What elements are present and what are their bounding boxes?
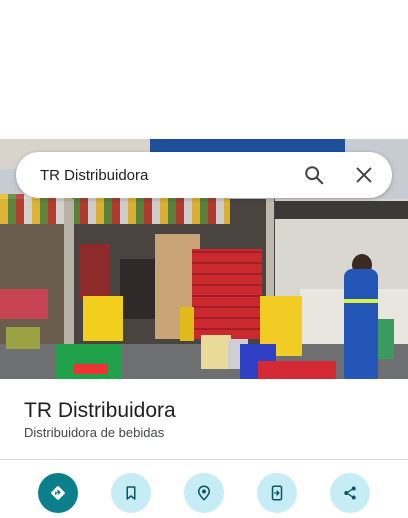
photo-red-crate-left	[0, 289, 48, 319]
photo-bananas	[6, 327, 40, 349]
save-button[interactable]	[111, 473, 151, 513]
search-bar[interactable]: TR Distribuidora	[16, 152, 392, 198]
photo-people	[120, 259, 156, 319]
share-icon	[344, 486, 356, 500]
photo-red-crates-low	[258, 361, 336, 379]
photo-red-crates	[192, 249, 262, 339]
photo-worker-stripe	[344, 299, 378, 303]
send-to-phone-icon	[271, 485, 283, 501]
top-blank-area	[0, 0, 408, 139]
photo-cola-shelf	[80, 244, 110, 299]
photo-worker	[344, 269, 378, 379]
photo-cream-crate	[201, 335, 231, 369]
directions-button[interactable]	[38, 473, 78, 513]
nearby-button[interactable]	[184, 473, 224, 513]
place-category: Distribuidora de bebidas	[24, 425, 165, 440]
divider	[0, 459, 408, 460]
send-to-phone-button[interactable]	[257, 473, 297, 513]
search-icon[interactable]	[300, 161, 328, 189]
search-input[interactable]: TR Distribuidora	[40, 167, 278, 184]
bookmark-icon	[126, 486, 136, 500]
photo-yellow-crate	[180, 307, 194, 341]
directions-icon	[51, 486, 65, 500]
photo-bunting	[0, 194, 230, 224]
action-bar	[0, 473, 408, 515]
photo-right-roof	[275, 201, 408, 219]
place-title: TR Distribuidora	[24, 399, 176, 422]
photo-yellow-crates	[83, 296, 123, 341]
close-icon[interactable]	[350, 161, 378, 189]
share-button[interactable]	[330, 473, 370, 513]
photo-store-sign	[150, 139, 345, 153]
nearby-pin-icon	[197, 485, 211, 501]
photo-crate-logo	[74, 364, 108, 374]
